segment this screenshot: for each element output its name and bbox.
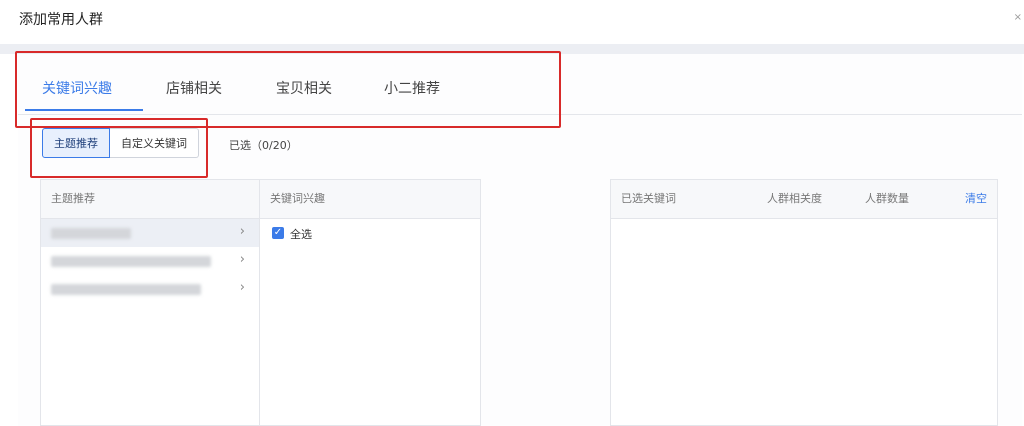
tab-bar: 关键词兴趣 店铺相关 宝贝相关 小二推荐 xyxy=(18,54,1022,115)
selected-panel-header: 已选关键词 人群相关度 人群数量 清空 xyxy=(611,180,997,219)
dialog-header: 添加常用人群 × xyxy=(0,0,1024,44)
tab-shop-related[interactable]: 店铺相关 xyxy=(166,78,222,98)
tab-item-related[interactable]: 宝贝相关 xyxy=(276,78,332,98)
select-all-row[interactable]: ✓ 全选 xyxy=(260,219,480,247)
selected-keywords-panel: 已选关键词 人群相关度 人群数量 清空 xyxy=(610,179,998,426)
topic-column-header: 主题推荐 xyxy=(41,180,259,219)
close-icon[interactable]: × xyxy=(1014,12,1022,23)
topic-row[interactable]: › xyxy=(41,275,259,303)
selected-count: 已选（0/20） xyxy=(229,139,298,152)
relevance-header: 人群相关度 xyxy=(767,192,822,205)
select-all-label: 全选 xyxy=(290,228,312,241)
topic-row[interactable]: › xyxy=(41,247,259,275)
keyword-column-header: 关键词兴趣 xyxy=(260,180,480,219)
segment-topic-recommend[interactable]: 主题推荐 xyxy=(42,128,110,158)
select-all-checkbox[interactable]: ✓ xyxy=(272,227,284,239)
clear-button[interactable]: 清空 xyxy=(965,180,987,218)
chevron-right-icon: › xyxy=(239,280,245,295)
chevron-right-icon: › xyxy=(239,224,245,239)
active-tab-indicator xyxy=(25,109,143,111)
audience-count-header: 人群数量 xyxy=(865,192,909,205)
segment-custom-keywords[interactable]: 自定义关键词 xyxy=(110,128,199,158)
tab-keyword-interest[interactable]: 关键词兴趣 xyxy=(42,78,112,98)
header-divider xyxy=(0,44,1024,54)
blurred-topic-text xyxy=(51,284,201,295)
tab-recommended[interactable]: 小二推荐 xyxy=(384,78,440,98)
dialog-title: 添加常用人群 xyxy=(19,12,103,28)
topic-row[interactable]: › xyxy=(41,219,259,247)
segment-control: 主题推荐 自定义关键词 xyxy=(42,128,199,158)
blurred-topic-text xyxy=(51,228,131,239)
topic-column: 主题推荐 › › › xyxy=(40,179,260,426)
chevron-right-icon: › xyxy=(239,252,245,267)
blurred-topic-text xyxy=(51,256,211,267)
keyword-column: 关键词兴趣 ✓ 全选 xyxy=(259,179,481,426)
selected-keywords-header: 已选关键词 xyxy=(621,192,676,205)
